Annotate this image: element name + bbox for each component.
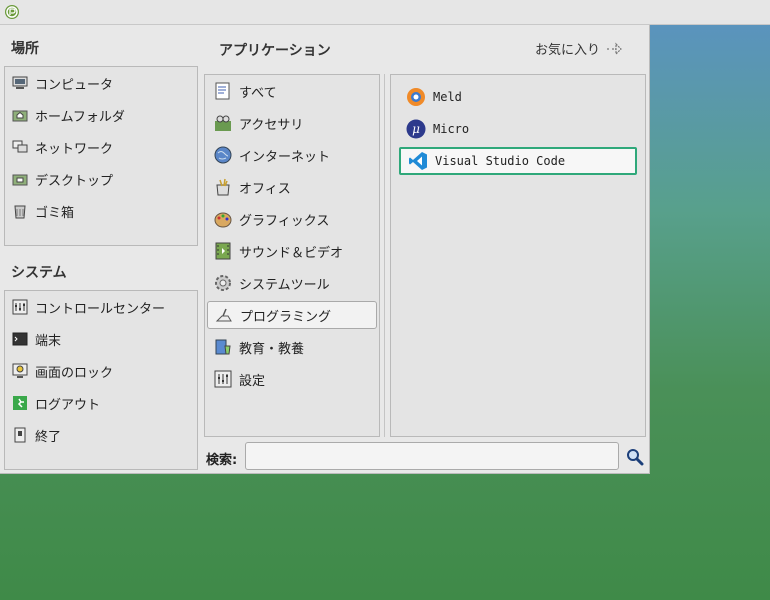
home-folder-icon	[11, 106, 29, 124]
system-title: システム	[11, 265, 67, 281]
system-tools-gear-icon	[213, 273, 233, 293]
place-item-desktop[interactable]: デスクトップ	[11, 165, 113, 193]
system-list: コントロールセンター 端末 画面のロック ログアウト 終了	[4, 290, 198, 470]
category-label: プログラミング	[240, 309, 332, 325]
category-list: すべて アクセサリ インターネット オフィス グラフィックス サウンド＆ビデオ …	[204, 74, 380, 437]
place-label: ホームフォルダ	[35, 109, 125, 125]
micro-icon: μ	[405, 118, 427, 140]
lock-screen-icon	[11, 362, 29, 380]
top-panel	[0, 0, 770, 25]
shutdown-icon	[11, 426, 29, 444]
place-label: デスクトップ	[35, 173, 114, 189]
logout-icon	[11, 394, 29, 412]
search-icon[interactable]	[626, 448, 644, 466]
category-label: システムツール	[239, 277, 330, 293]
office-icon	[213, 177, 233, 197]
category-system-tools[interactable]: システムツール	[207, 269, 377, 297]
place-label: ネットワーク	[35, 141, 114, 157]
category-settings[interactable]: 設定	[207, 365, 377, 393]
place-item-network[interactable]: ネットワーク	[11, 133, 113, 161]
category-label: グラフィックス	[239, 213, 330, 229]
desktop-folder-icon	[11, 170, 29, 188]
svg-text:μ: μ	[412, 122, 420, 136]
app-label: Visual Studio Code	[435, 154, 566, 168]
category-label: 教育・教養	[239, 341, 305, 357]
category-sound-video[interactable]: サウンド＆ビデオ	[207, 237, 377, 265]
sound-video-icon	[213, 241, 233, 261]
meld-icon	[405, 86, 427, 108]
system-item-shutdown[interactable]: 終了	[11, 421, 61, 449]
terminal-icon	[11, 330, 29, 348]
category-programming[interactable]: プログラミング	[207, 301, 377, 329]
application-menu: 場所 コンピュータ ホームフォルダ ネットワーク デスクトップ ゴミ箱 システム…	[0, 25, 650, 474]
graphics-palette-icon	[213, 209, 233, 229]
computer-icon	[11, 74, 29, 92]
applications-title: アプリケーション	[219, 43, 331, 59]
category-label: インターネット	[239, 149, 331, 165]
search-label: 検索:	[206, 453, 238, 468]
place-label: ゴミ箱	[35, 205, 75, 221]
place-item-trash[interactable]: ゴミ箱	[11, 197, 74, 225]
system-label: ログアウト	[35, 397, 101, 413]
place-item-home[interactable]: ホームフォルダ	[11, 101, 125, 129]
all-apps-icon	[213, 81, 233, 101]
app-item-micro[interactable]: μ Micro	[399, 115, 637, 143]
pane-divider	[384, 74, 385, 437]
category-internet[interactable]: インターネット	[207, 141, 377, 169]
system-item-control-center[interactable]: コントロールセンター	[11, 293, 165, 321]
mint-menu-icon[interactable]	[4, 4, 20, 20]
category-label: サウンド＆ビデオ	[239, 245, 344, 261]
internet-globe-icon	[213, 145, 233, 165]
app-label: Meld	[433, 90, 462, 104]
category-label: アクセサリ	[239, 117, 304, 133]
app-list: Meld μ Micro Visual Studio Code	[390, 74, 646, 437]
programming-icon	[214, 305, 234, 325]
category-accessories[interactable]: アクセサリ	[207, 109, 377, 137]
system-item-terminal[interactable]: 端末	[11, 325, 61, 353]
system-label: 画面のロック	[35, 365, 114, 381]
category-label: すべて	[239, 85, 277, 101]
vscode-icon	[407, 150, 429, 172]
accessories-icon	[213, 113, 233, 133]
category-office[interactable]: オフィス	[207, 173, 377, 201]
app-item-meld[interactable]: Meld	[399, 83, 637, 111]
favorites-label: お気に入り	[534, 43, 600, 58]
system-label: 終了	[35, 429, 62, 445]
settings-icon	[213, 369, 233, 389]
place-item-computer[interactable]: コンピュータ	[11, 69, 113, 97]
places-list: コンピュータ ホームフォルダ ネットワーク デスクトップ ゴミ箱	[4, 66, 198, 246]
category-label: 設定	[239, 373, 266, 389]
network-icon	[11, 138, 29, 156]
category-education[interactable]: 教育・教養	[207, 333, 377, 361]
system-label: 端末	[35, 333, 62, 349]
category-label: オフィス	[239, 181, 291, 197]
search-input[interactable]	[245, 442, 619, 470]
places-title: 場所	[11, 41, 39, 57]
system-item-lock-screen[interactable]: 画面のロック	[11, 357, 113, 385]
category-all[interactable]: すべて	[207, 77, 377, 105]
trash-icon	[11, 202, 29, 220]
education-icon	[213, 337, 233, 357]
arrow-right-icon	[607, 42, 622, 55]
system-label: コントロールセンター	[35, 301, 166, 317]
favorites-button[interactable]: お気に入り	[535, 39, 624, 58]
place-label: コンピュータ	[35, 77, 114, 93]
system-item-logout[interactable]: ログアウト	[11, 389, 100, 417]
app-item-vscode[interactable]: Visual Studio Code	[399, 147, 637, 175]
app-label: Micro	[433, 122, 470, 136]
category-graphics[interactable]: グラフィックス	[207, 205, 377, 233]
control-center-icon	[11, 298, 29, 316]
